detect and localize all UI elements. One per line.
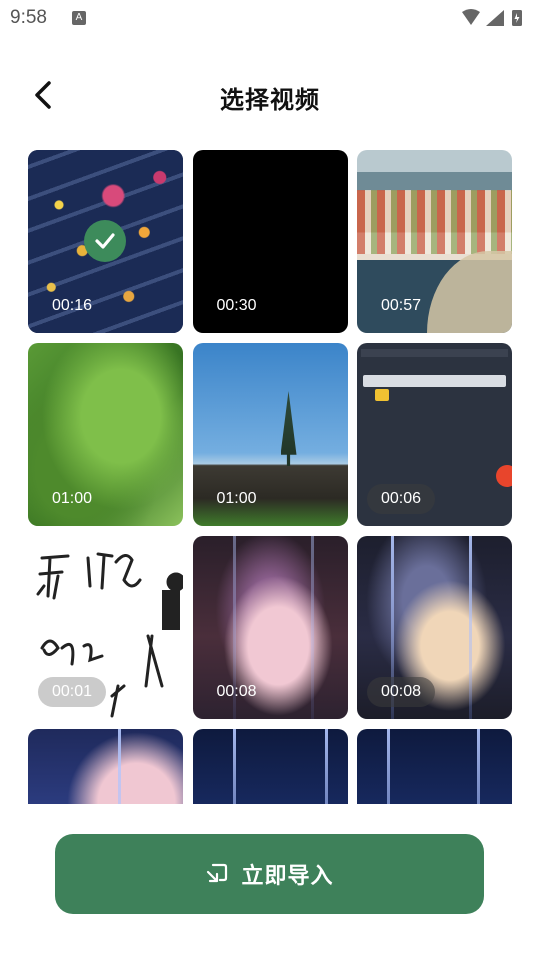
video-tile[interactable]: 00:57 (357, 150, 512, 333)
signal-icon (486, 10, 504, 26)
video-tile[interactable] (28, 729, 183, 804)
video-thumbnail (192, 729, 348, 804)
keyboard-notification-icon: A (72, 11, 86, 25)
page-title: 选择视频 (220, 86, 320, 114)
video-duration: 01:00 (216, 490, 257, 507)
video-tile[interactable]: 00:16 (28, 150, 183, 333)
video-tile[interactable]: 00:30 (192, 150, 348, 333)
video-duration: 00:16 (52, 297, 93, 314)
import-button-label: 立即导入 (241, 864, 334, 889)
bottom-bar: 立即导入 (0, 806, 540, 960)
video-duration: 00:30 (216, 297, 257, 314)
video-tile[interactable]: 00:08 (357, 536, 512, 719)
video-duration: 00:01 (38, 677, 107, 707)
status-bar: 9:58 A (0, 0, 540, 38)
video-duration: 00:06 (367, 484, 436, 514)
video-tile[interactable]: 00:01 (28, 536, 183, 719)
video-tile[interactable]: 00:06 (357, 343, 512, 526)
video-tile[interactable]: 00:08 (192, 536, 348, 719)
video-tile[interactable]: 01:00 (28, 343, 183, 526)
video-tile[interactable] (357, 729, 512, 804)
video-duration: 00:08 (216, 683, 257, 700)
status-time: 9:58 (10, 7, 47, 28)
import-icon (207, 863, 228, 883)
video-tile[interactable]: 01:00 (192, 343, 348, 526)
video-duration: 01:00 (52, 490, 93, 507)
video-duration: 00:57 (381, 297, 422, 314)
video-tile[interactable] (192, 729, 348, 804)
video-grid: 00:16 00:30 00:57 01:00 01:00 00:06 00:0… (28, 150, 512, 804)
video-duration: 00:08 (367, 677, 436, 707)
wifi-icon (462, 9, 480, 25)
video-thumbnail (28, 729, 183, 804)
system-status-icons (462, 9, 522, 26)
video-thumbnail (357, 729, 512, 804)
header: 选择视频 (0, 70, 540, 120)
selected-check-icon (84, 220, 126, 262)
import-button[interactable]: 立即导入 (55, 834, 484, 914)
